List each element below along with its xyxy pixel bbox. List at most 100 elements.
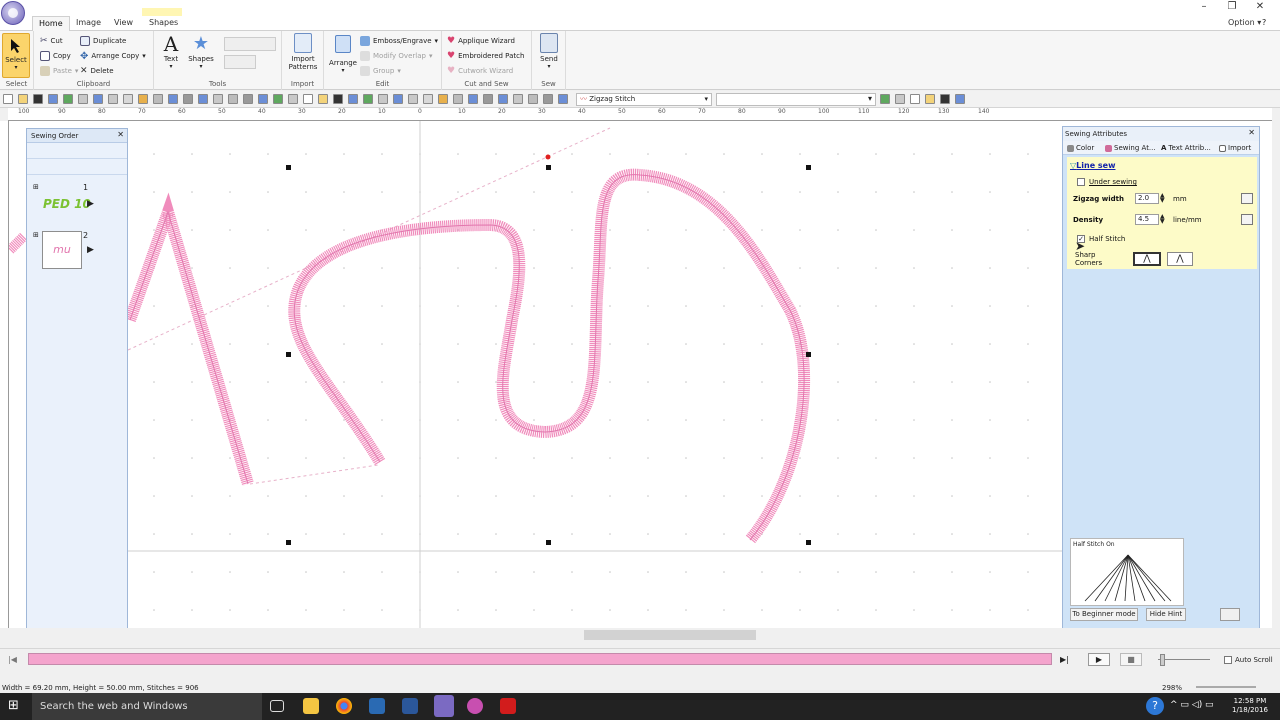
file-explorer-icon[interactable] bbox=[303, 698, 319, 714]
tab-view[interactable]: View bbox=[108, 16, 139, 31]
emboss-engrave-button[interactable]: Emboss/Engrave ▾ bbox=[360, 36, 438, 46]
line-sew-section[interactable]: ▽Line sew bbox=[1070, 161, 1260, 170]
toolbar-tool-icon[interactable] bbox=[288, 94, 298, 104]
toolbar-tool-icon[interactable] bbox=[880, 94, 890, 104]
sewing-order-toolbar-1[interactable] bbox=[27, 144, 127, 159]
help-icon[interactable]: ? bbox=[1262, 18, 1266, 27]
stitch-order-icon[interactable]: ▶ bbox=[87, 199, 94, 209]
tab-shapes[interactable]: Shapes bbox=[143, 16, 184, 31]
arrange-button[interactable]: Arrange ▾ bbox=[326, 35, 360, 74]
expand-icon[interactable]: ⊞ bbox=[33, 231, 39, 239]
import-patterns-button[interactable]: Import Patterns bbox=[284, 33, 322, 71]
toolbar-tool-icon[interactable] bbox=[198, 94, 208, 104]
toolbar-tool-icon[interactable] bbox=[378, 94, 388, 104]
sewing-order-toolbar-2[interactable] bbox=[27, 160, 127, 175]
toolbar-tool-icon[interactable] bbox=[303, 94, 313, 104]
toolbar-tool-icon[interactable] bbox=[138, 94, 148, 104]
sewing-order-close-icon[interactable]: ✕ bbox=[117, 130, 124, 139]
tray-icons[interactable]: ^ ▭ ◁) ▭ bbox=[1170, 700, 1214, 710]
embroidered-patch-button[interactable]: ♥ Embroidered Patch bbox=[447, 51, 524, 61]
panel-settings-icon[interactable] bbox=[1220, 608, 1240, 621]
toolbar-tool-icon[interactable] bbox=[910, 94, 920, 104]
zigzag-width-field[interactable]: 2.0 bbox=[1135, 193, 1159, 204]
expand-icon[interactable]: ⊞ bbox=[33, 183, 39, 191]
sharp-corner-icon[interactable]: ⋀ bbox=[1133, 252, 1161, 266]
option-menu[interactable]: Option ▾ bbox=[1228, 18, 1261, 27]
density-spinner[interactable]: ▲ ▼ bbox=[1160, 214, 1165, 225]
toolbar-tool-icon[interactable] bbox=[483, 94, 493, 104]
speed-slider[interactable] bbox=[1158, 659, 1210, 660]
pan-tools[interactable] bbox=[224, 55, 256, 69]
tab-image[interactable]: Image bbox=[70, 16, 107, 31]
paste-button[interactable]: Paste ▾ bbox=[40, 66, 78, 76]
toolbar-tool-icon[interactable] bbox=[183, 94, 193, 104]
density-field[interactable]: 4.5 bbox=[1135, 214, 1159, 225]
group-button[interactable]: Group ▾ bbox=[360, 66, 401, 76]
select-button[interactable]: Select ▾ bbox=[2, 33, 30, 78]
send-button[interactable]: Send ▾ bbox=[534, 33, 564, 70]
toolbar-tool-icon[interactable] bbox=[243, 94, 253, 104]
taskbar-search[interactable]: Search the web and Windows bbox=[32, 693, 262, 720]
attributes-close-icon[interactable]: ✕ bbox=[1248, 128, 1255, 137]
toolbar-tool-icon[interactable] bbox=[955, 94, 965, 104]
toolbar-tool-icon[interactable] bbox=[895, 94, 905, 104]
modify-overlap-button[interactable]: Modify Overlap ▾ bbox=[360, 51, 432, 61]
auto-scroll-checkbox[interactable] bbox=[1224, 656, 1232, 664]
tab-import[interactable]: Import bbox=[1219, 142, 1251, 154]
toolbar-tool-icon[interactable] bbox=[318, 94, 328, 104]
toolbar-tool-icon[interactable] bbox=[258, 94, 268, 104]
zigzag-width-default-icon[interactable] bbox=[1241, 193, 1253, 204]
toolbar-tool-icon[interactable] bbox=[498, 94, 508, 104]
restore-icon[interactable]: ❐ bbox=[1222, 1, 1242, 12]
zigzag-width-spinner[interactable]: ▲ ▼ bbox=[1160, 193, 1165, 204]
close-icon[interactable]: ✕ bbox=[1250, 1, 1270, 12]
toolbar-tool-icon[interactable] bbox=[78, 94, 88, 104]
toolbar-tool-icon[interactable] bbox=[393, 94, 403, 104]
copy-button[interactable]: Copy bbox=[40, 51, 71, 61]
text-button[interactable]: A Text ▾ bbox=[158, 33, 184, 70]
stitch-order-icon[interactable]: ▶ bbox=[87, 245, 94, 255]
toolbar-tool-icon[interactable] bbox=[940, 94, 950, 104]
speed-slider-thumb[interactable] bbox=[1160, 654, 1165, 666]
vertical-scrollbar[interactable] bbox=[1272, 121, 1280, 636]
toolbar-tool-icon[interactable] bbox=[228, 94, 238, 104]
delete-button[interactable]: ✕ Delete bbox=[80, 66, 114, 76]
toolbar-tool-icon[interactable] bbox=[213, 94, 223, 104]
toolbar-tool-icon[interactable] bbox=[408, 94, 418, 104]
cutwork-wizard-button[interactable]: ♥ Cutwork Wizard bbox=[447, 66, 513, 76]
toolbar-tool-icon[interactable] bbox=[468, 94, 478, 104]
round-corner-icon[interactable]: ⋀ bbox=[1167, 252, 1193, 266]
embroidery-app-icon[interactable] bbox=[434, 695, 454, 717]
skip-end-icon[interactable]: ▶| bbox=[1060, 655, 1069, 664]
toolbar-tool-icon[interactable] bbox=[528, 94, 538, 104]
toolbar-tool-icon[interactable] bbox=[48, 94, 58, 104]
under-sewing-checkbox[interactable] bbox=[1077, 178, 1085, 186]
horizontal-scroll-thumb[interactable] bbox=[584, 630, 756, 640]
help-tray-icon[interactable]: ? bbox=[1146, 697, 1164, 715]
toolbar-tool-icon[interactable] bbox=[168, 94, 178, 104]
sew-item-preview-2[interactable]: mu bbox=[42, 231, 82, 269]
app-menu-icon[interactable] bbox=[1, 1, 25, 25]
toolbar-tool-icon[interactable] bbox=[108, 94, 118, 104]
toolbar-tool-icon[interactable] bbox=[63, 94, 73, 104]
taskbar-clock[interactable]: 12:58 PM 1/18/2016 bbox=[1232, 697, 1268, 715]
tab-text-attributes[interactable]: A Text Attrib... bbox=[1161, 142, 1211, 154]
zoom-slider[interactable] bbox=[1196, 686, 1256, 688]
toolbar-tool-icon[interactable] bbox=[18, 94, 28, 104]
applique-wizard-button[interactable]: ♥ Applique Wizard bbox=[447, 36, 515, 46]
duplicate-button[interactable]: Duplicate bbox=[80, 36, 126, 46]
toolbar-tool-icon[interactable] bbox=[93, 94, 103, 104]
zoom-level[interactable]: 298% bbox=[1162, 683, 1182, 693]
hide-hint-button[interactable]: Hide Hint bbox=[1146, 608, 1186, 621]
play-button[interactable]: ▶ bbox=[1088, 653, 1110, 666]
cut-button[interactable]: ✂ Cut bbox=[40, 36, 63, 46]
beginner-mode-button[interactable]: To Beginner mode bbox=[1070, 608, 1138, 621]
toolbar-tool-icon[interactable] bbox=[348, 94, 358, 104]
tab-sewing-attributes[interactable]: Sewing At... bbox=[1105, 142, 1156, 154]
tab-home[interactable]: Home bbox=[32, 16, 70, 31]
stitch-type-select[interactable]: 〰 Zigzag Stitch ▾ bbox=[576, 93, 712, 106]
minimize-icon[interactable]: – bbox=[1194, 1, 1214, 12]
acrobat-icon[interactable] bbox=[500, 698, 516, 714]
sew-item-preview-1[interactable]: PED 10 bbox=[43, 197, 91, 211]
toolbar-tool-icon[interactable] bbox=[513, 94, 523, 104]
